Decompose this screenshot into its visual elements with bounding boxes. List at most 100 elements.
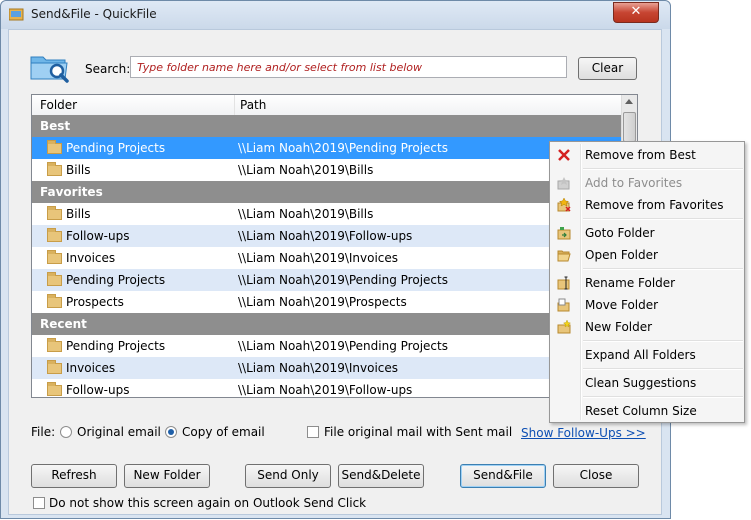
folder-name: Invoices <box>66 361 116 375</box>
dont-show-label[interactable]: Do not show this screen again on Outlook… <box>49 496 366 510</box>
menu-separator <box>583 218 743 220</box>
menu-item-expand-all-folders[interactable]: Expand All Folders <box>550 344 744 366</box>
folder-name: Pending Projects <box>66 339 166 353</box>
menu-item-open-folder[interactable]: Open Folder <box>550 244 744 266</box>
send-delete-button[interactable]: Send&Delete <box>338 464 424 488</box>
copy-of-email-radio[interactable] <box>165 426 177 438</box>
menu-item-rename-folder[interactable]: Rename Folder <box>550 272 744 294</box>
folder-icon <box>47 272 62 286</box>
table-row[interactable]: Invoices \\Liam Noah\2019\Invoices <box>32 357 621 379</box>
menu-item-add-to-favorites[interactable]: Add to Favorites <box>550 172 744 194</box>
menu-item-label: Rename Folder <box>585 276 676 290</box>
red-x-icon <box>558 149 570 161</box>
group-header-recent: Recent <box>32 313 621 335</box>
menu-separator <box>583 168 743 170</box>
menu-item-label: Add to Favorites <box>585 176 683 190</box>
menu-item-label: Expand All Folders <box>585 348 696 362</box>
original-email-radio[interactable] <box>60 426 72 438</box>
table-row[interactable]: Invoices \\Liam Noah\2019\Invoices <box>32 247 621 269</box>
column-header-folder[interactable]: Folder <box>40 98 77 112</box>
folder-icon <box>47 206 62 220</box>
table-row[interactable]: Follow-ups \\Liam Noah\2019\Follow-ups <box>32 225 621 247</box>
rename-folder-icon <box>557 276 570 290</box>
folder-path: \\Liam Noah\2019\Follow-ups <box>238 383 413 397</box>
table-row[interactable]: Prospects \\Liam Noah\2019\Prospects <box>32 291 621 313</box>
search-input[interactable] <box>130 56 567 78</box>
window-title: Send&File - QuickFile <box>31 7 157 21</box>
group-header-favorites: Favorites <box>32 181 621 203</box>
remove-favorite-icon <box>557 198 571 212</box>
column-separator[interactable] <box>234 95 235 115</box>
goto-folder-icon <box>557 227 571 240</box>
folder-name: Follow-ups <box>66 229 130 243</box>
file-with-sent-checkbox[interactable] <box>307 426 319 438</box>
folder-search-icon <box>30 56 69 83</box>
dont-show-checkbox[interactable] <box>33 497 45 509</box>
folder-path: \\Liam Noah\2019\Bills <box>238 163 374 177</box>
table-row[interactable]: Bills \\Liam Noah\2019\Bills <box>32 159 621 181</box>
folder-list[interactable]: Folder Path Best Pending Projects \\Liam … <box>31 94 638 398</box>
folder-path: \\Liam Noah\2019\Follow-ups <box>238 229 413 243</box>
refresh-button[interactable]: Refresh <box>31 464 117 488</box>
folder-icon <box>47 250 62 264</box>
clear-button[interactable]: Clear <box>578 57 637 80</box>
folder-path: \\Liam Noah\2019\Invoices <box>238 251 399 265</box>
menu-item-remove-from-favorites[interactable]: Remove from Favorites <box>550 194 744 216</box>
list-header: Folder Path <box>32 95 621 116</box>
menu-item-clean-suggestions[interactable]: Clean Suggestions <box>550 372 744 394</box>
folder-path: \\Liam Noah\2019\Pending Projects <box>238 339 448 353</box>
folder-name: Follow-ups <box>66 383 130 397</box>
show-followups-link[interactable]: Show Follow-Ups >> <box>521 426 646 440</box>
menu-item-new-folder[interactable]: New Folder <box>550 316 744 338</box>
folder-icon <box>47 162 62 176</box>
menu-item-label: New Folder <box>585 320 653 334</box>
scroll-up-arrow-icon[interactable] <box>625 99 633 104</box>
menu-separator <box>583 340 743 342</box>
new-folder-icon <box>557 320 571 334</box>
menu-item-label: Goto Folder <box>585 226 655 240</box>
move-folder-icon <box>557 298 570 312</box>
menu-item-goto-folder[interactable]: Goto Folder <box>550 222 744 244</box>
folder-icon <box>47 360 62 374</box>
close-button[interactable]: Close <box>553 464 639 488</box>
table-row[interactable]: Bills \\Liam Noah\2019\Bills <box>32 203 621 225</box>
folder-name: Invoices <box>66 251 116 265</box>
table-row[interactable]: Pending Projects \\Liam Noah\2019\Pending… <box>32 269 621 291</box>
open-folder-icon <box>557 250 571 262</box>
folder-path: \\Liam Noah\2019\Bills <box>238 207 374 221</box>
table-row[interactable]: Pending Projects \\Liam Noah\2019\Pending… <box>32 335 621 357</box>
folder-name: Bills <box>66 207 91 221</box>
folder-icon <box>47 140 62 154</box>
search-label: Search: <box>85 62 131 76</box>
new-folder-button[interactable]: New Folder <box>124 464 210 488</box>
menu-item-label: Move Folder <box>585 298 659 312</box>
context-menu: Remove from Best Add to Favorites Remove… <box>549 141 745 423</box>
folder-icon <box>47 294 62 308</box>
send-file-button[interactable]: Send&File <box>460 464 546 488</box>
file-with-sent-label[interactable]: File original mail with Sent mail <box>324 425 512 439</box>
folder-path: \\Liam Noah\2019\Pending Projects <box>238 141 448 155</box>
menu-item-reset-column-size[interactable]: Reset Column Size <box>550 400 744 422</box>
scrollbar-thumb[interactable] <box>623 112 636 142</box>
menu-item-label: Remove from Favorites <box>585 198 724 212</box>
copy-of-email-label[interactable]: Copy of email <box>182 425 265 439</box>
menu-item-remove-from-best[interactable]: Remove from Best <box>550 144 744 166</box>
group-label: Recent <box>40 317 87 331</box>
send-only-button[interactable]: Send Only <box>245 464 331 488</box>
table-row[interactable]: Follow-ups \\Liam Noah\2019\Follow-ups <box>32 379 621 397</box>
menu-item-label: Remove from Best <box>585 148 696 162</box>
menu-item-label: Open Folder <box>585 248 658 262</box>
folder-path: \\Liam Noah\2019\Pending Projects <box>238 273 448 287</box>
title-bar[interactable]: Send&File - QuickFile ✕ <box>1 1 670 29</box>
original-email-label[interactable]: Original email <box>77 425 161 439</box>
table-row[interactable]: Pending Projects \\Liam Noah\2019\Pending… <box>32 137 621 159</box>
menu-item-label: Reset Column Size <box>585 404 697 418</box>
column-header-path[interactable]: Path <box>240 98 266 112</box>
folder-icon <box>47 228 62 242</box>
folder-name: Pending Projects <box>66 273 166 287</box>
list-rows: Best Pending Projects \\Liam Noah\2019\Pe… <box>32 115 621 397</box>
menu-item-move-folder[interactable]: Move Folder <box>550 294 744 316</box>
close-window-button[interactable]: ✕ <box>613 2 659 23</box>
menu-separator <box>583 368 743 370</box>
menu-item-label: Clean Suggestions <box>585 376 697 390</box>
